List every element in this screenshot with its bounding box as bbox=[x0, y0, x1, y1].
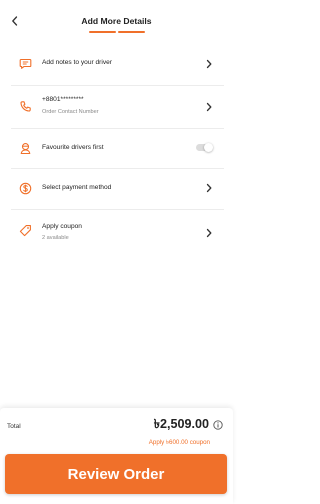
header: Add More Details bbox=[0, 0, 233, 38]
title-underline-right bbox=[118, 31, 145, 33]
apply-coupon-label: Apply coupon bbox=[42, 223, 82, 230]
total-label: Total bbox=[7, 423, 21, 430]
title-underline-left bbox=[89, 31, 116, 33]
review-order-button[interactable]: Review Order bbox=[5, 454, 227, 494]
add-notes-label: Add notes to your driver bbox=[42, 59, 113, 66]
apply-coupon-row[interactable]: Apply coupon 2 available bbox=[11, 210, 224, 254]
contact-number-row[interactable]: +8801********* Order Contact Number bbox=[11, 86, 224, 129]
chevron-right-icon bbox=[205, 102, 213, 112]
phone-icon bbox=[19, 100, 32, 113]
message-icon bbox=[19, 57, 32, 70]
favourite-drivers-row: Favourite drivers first bbox=[11, 129, 224, 169]
favourite-drivers-toggle[interactable] bbox=[196, 142, 213, 152]
driver-icon bbox=[19, 142, 32, 155]
info-icon[interactable] bbox=[213, 420, 223, 430]
contact-number-sublabel: Order Contact Number bbox=[42, 109, 99, 115]
coupon-tag-icon bbox=[19, 224, 32, 237]
toggle-knob bbox=[204, 142, 213, 152]
payment-method-label: Select payment method bbox=[42, 184, 112, 191]
chevron-right-icon bbox=[205, 183, 213, 193]
coupon-suggestion-link[interactable]: Apply ৳600.00 coupon bbox=[149, 437, 210, 448]
currency-icon bbox=[19, 182, 32, 195]
order-summary-footer: Total ৳2,509.00 Apply ৳600.00 coupon Rev… bbox=[0, 408, 233, 504]
details-options-list: Add notes to your driver +8801********* … bbox=[11, 42, 224, 254]
chevron-right-icon bbox=[205, 59, 213, 69]
total-amount: ৳2,509.00 bbox=[153, 417, 209, 431]
add-notes-row[interactable]: Add notes to your driver bbox=[11, 42, 224, 86]
coupon-available-count: 2 available bbox=[42, 235, 69, 241]
page-title: Add More Details bbox=[81, 16, 152, 26]
contact-number-label: +8801********* bbox=[42, 96, 84, 103]
favourite-drivers-label: Favourite drivers first bbox=[42, 144, 104, 151]
payment-method-row[interactable]: Select payment method bbox=[11, 169, 224, 210]
chevron-right-icon bbox=[205, 228, 213, 238]
